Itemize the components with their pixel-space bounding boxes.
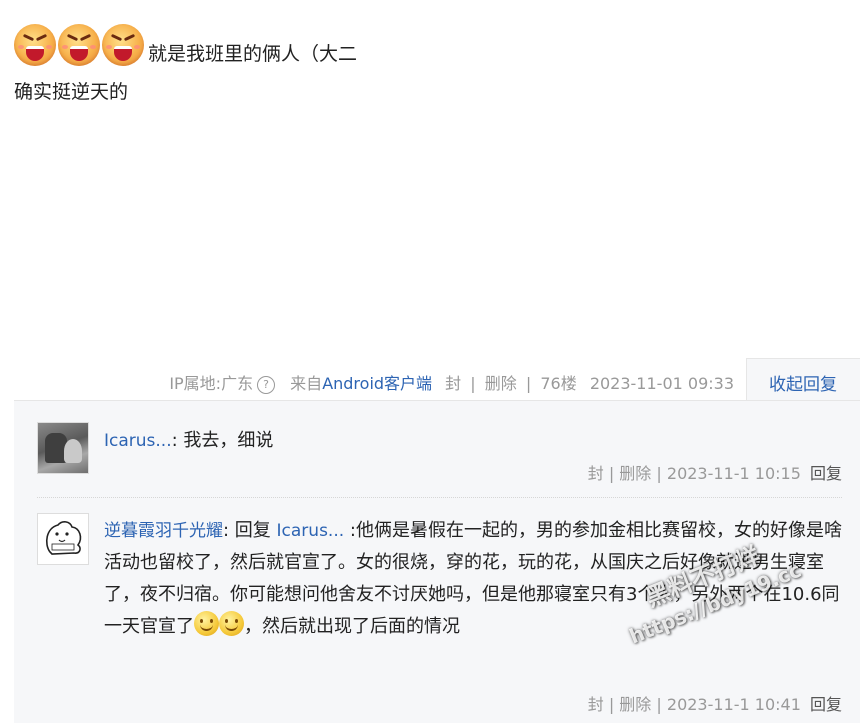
reply-time: 2023-11-1 10:15 (666, 464, 801, 483)
source-prefix: 来自 (290, 374, 323, 393)
smile-emoji-icon (219, 611, 244, 636)
separator: | (656, 695, 662, 714)
collapse-replies-button[interactable]: 收起回复 (746, 358, 860, 401)
post-content: 就是我班里的俩人（大二 确实挺逆天的 (14, 18, 794, 104)
post-first-line: 就是我班里的俩人（大二 (14, 18, 794, 66)
separator: | (656, 464, 662, 483)
smile-emoji-icon (194, 611, 219, 636)
divider (37, 497, 842, 498)
grimace-emoji-icon (14, 24, 56, 66)
android-client-link[interactable]: Android客户端 (322, 374, 432, 393)
delete-link[interactable]: 删除 (619, 464, 651, 483)
reply-text-end: ，然后就出现了后面的情况 (244, 616, 460, 637)
separator: | (525, 374, 532, 393)
reply-prefix: : 回复 (223, 520, 271, 541)
reply-meta: 封 | 删除 | 2023-11-1 10:41 回复 (588, 691, 842, 715)
reply-body: 逆暮霞羽千光耀: 回复 Icarus... :他俩是暑假在一起的，男的参加金相比… (104, 515, 842, 643)
seal-link[interactable]: 封 (588, 695, 604, 714)
post-time: 2023-11-01 09:33 (589, 374, 734, 393)
ip-location: IP属地:广东 (169, 374, 254, 393)
seal-link[interactable]: 封 (588, 464, 604, 483)
separator: | (608, 695, 615, 714)
post-text-line-2: 确实挺逆天的 (14, 81, 129, 103)
reply-meta: 封 | 删除 | 2023-11-1 10:15 回复 (588, 460, 842, 484)
separator: | (608, 464, 615, 483)
delete-link[interactable]: 删除 (485, 374, 517, 393)
help-icon[interactable]: ? (257, 376, 276, 394)
grimace-emoji-icon (58, 24, 100, 66)
seal-link[interactable]: 封 (445, 374, 461, 393)
reply-username[interactable]: 逆暮霞羽千光耀 (104, 521, 223, 541)
post-meta-bar: IP属地:广东? 来自Android客户端 封 | 删除 | 76楼 2023-… (0, 358, 860, 401)
reply-button[interactable]: 回复 (810, 695, 842, 714)
grimace-emoji-icon (102, 24, 144, 66)
post-meta: IP属地:广东? 来自Android客户端 封 | 删除 | 76楼 2023-… (165, 370, 734, 394)
avatar[interactable] (37, 422, 89, 474)
reply-text: : 我去，细说 (171, 430, 274, 451)
delete-link[interactable]: 删除 (619, 695, 651, 714)
post-text-line-1: 就是我班里的俩人（大二 (148, 43, 358, 65)
reply-username[interactable]: Icarus... (104, 431, 172, 451)
floor-number: 76楼 (540, 374, 577, 393)
reply-time: 2023-11-1 10:41 (666, 695, 801, 714)
reply-button[interactable]: 回复 (810, 464, 842, 483)
reply-body: Icarus...: 我去，细说 (104, 425, 842, 457)
collapse-replies-label: 收起回复 (769, 375, 837, 395)
reply-to-username[interactable]: Icarus... (277, 521, 345, 541)
avatar[interactable] (37, 513, 89, 565)
reply-list: Icarus...: 我去，细说 封 | 删除 | 2023-11-1 10:1… (14, 400, 860, 723)
cartoon-avatar-icon (45, 521, 82, 555)
separator: | (470, 374, 476, 393)
